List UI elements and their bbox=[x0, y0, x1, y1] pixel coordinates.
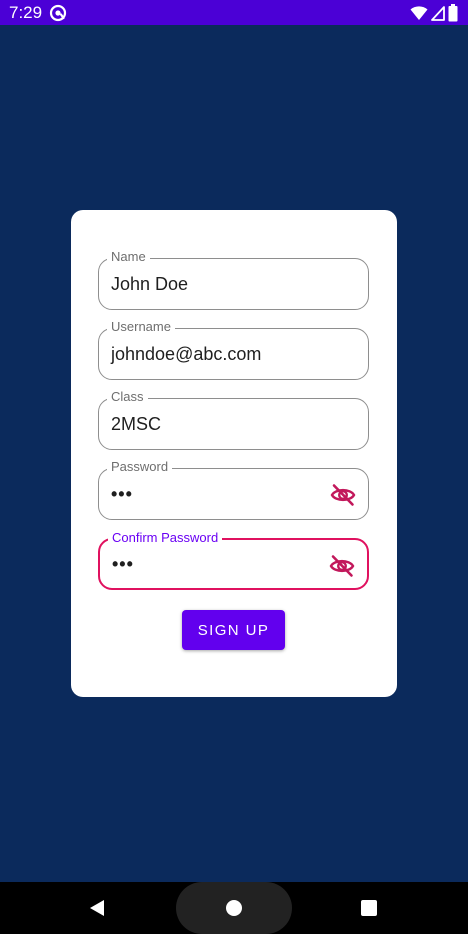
visibility-off-icon[interactable] bbox=[329, 553, 355, 579]
signup-card: Name John Doe Username johndoe@abc.com C… bbox=[71, 210, 397, 697]
password-value[interactable]: ••• bbox=[111, 469, 133, 519]
confirm-password-value[interactable]: ••• bbox=[112, 540, 134, 588]
class-field[interactable]: Class 2MSC bbox=[98, 389, 369, 450]
signal-icon bbox=[431, 6, 445, 21]
visibility-off-icon[interactable] bbox=[330, 482, 356, 508]
navigation-bar bbox=[0, 882, 468, 934]
status-icons bbox=[410, 3, 458, 23]
username-field[interactable]: Username johndoe@abc.com bbox=[98, 319, 369, 380]
username-value[interactable]: johndoe@abc.com bbox=[111, 329, 261, 379]
home-pill[interactable] bbox=[176, 882, 292, 934]
status-time: 7:29 bbox=[9, 3, 43, 22]
name-value[interactable]: John Doe bbox=[111, 259, 188, 309]
status-bar: 7:29 bbox=[0, 0, 468, 25]
confirm-password-field[interactable]: Confirm Password ••• bbox=[98, 530, 369, 590]
home-icon[interactable] bbox=[226, 900, 242, 916]
battery-icon bbox=[448, 4, 458, 22]
back-icon[interactable] bbox=[88, 899, 106, 917]
class-value[interactable]: 2MSC bbox=[111, 399, 161, 449]
at-sync-icon bbox=[49, 4, 67, 22]
signup-button[interactable]: SIGN UP bbox=[182, 610, 285, 650]
recents-icon[interactable] bbox=[361, 900, 377, 916]
name-field[interactable]: Name John Doe bbox=[98, 249, 369, 310]
wifi-icon bbox=[410, 6, 428, 20]
password-field[interactable]: Password ••• bbox=[98, 459, 369, 520]
